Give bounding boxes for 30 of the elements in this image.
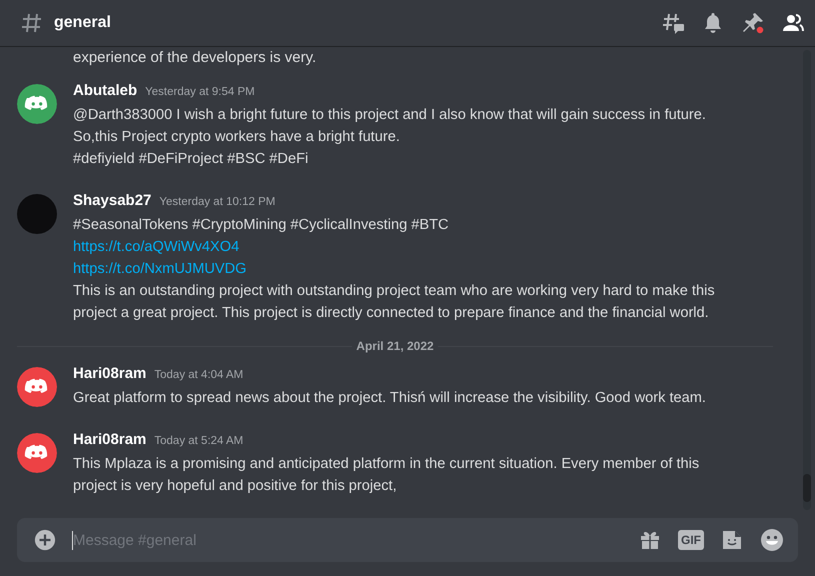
- timestamp: Yesterday at 9:54 PM: [145, 86, 255, 98]
- message-text: So,this Project crypto workers have a bright future.: [73, 128, 401, 147]
- message-text: This is an outstanding project with outstanding project team who are working very hard to make this project a great project. This project is directly connected to prepare finance and the financial world.: [73, 282, 716, 323]
- scrollbar-thumb[interactable]: [803, 474, 811, 502]
- gif-button[interactable]: GIF: [678, 530, 704, 550]
- channel-name: general: [54, 14, 111, 32]
- avatar-logo-icon[interactable]: [17, 84, 57, 124]
- username[interactable]: Hari08ram: [73, 431, 146, 448]
- message-link[interactable]: https://t.co/aQWiWv4XO4: [73, 236, 741, 258]
- username[interactable]: Shaysab27: [73, 192, 152, 209]
- sticker-icon[interactable]: [720, 528, 744, 552]
- username[interactable]: Hari08ram: [73, 365, 146, 382]
- message-text: Great platform to spread news about the project. Thisń will increase the visibility. Good work team.: [73, 389, 706, 408]
- threads-icon[interactable]: [661, 11, 685, 35]
- username[interactable]: Abutaleb: [73, 82, 138, 99]
- timestamp: Yesterday at 10:12 PM: [159, 196, 276, 208]
- avatar-logo-icon[interactable]: [17, 367, 57, 407]
- hash-icon: [20, 11, 44, 35]
- message-text: experience of the developers is very.: [72, 48, 318, 68]
- timestamp: Today at 4:04 AM: [154, 369, 244, 381]
- message-text: #defiyield #DeFiProject #BSC #DeFi: [73, 150, 310, 169]
- avatar-logo-icon[interactable]: [17, 433, 57, 473]
- message-link[interactable]: https://t.co/NxmUJMUVDG: [73, 258, 741, 280]
- pin-icon[interactable]: [741, 11, 765, 35]
- plus-icon[interactable]: [34, 529, 56, 551]
- message-text: #SeasonalTokens #CryptoMining #CyclicalInvesting #BTC: [73, 216, 450, 235]
- emoji-icon[interactable]: [760, 528, 784, 552]
- message-text: @Darth383000 I wish a bright future to this project and I also know that will gain success in future.: [73, 106, 706, 125]
- timestamp: Today at 5:24 AM: [154, 435, 244, 447]
- message-text: This Mplaza is a promising and anticipated platform in the current situation. Every member of this project is very hopeful and positive for this project,: [73, 455, 700, 496]
